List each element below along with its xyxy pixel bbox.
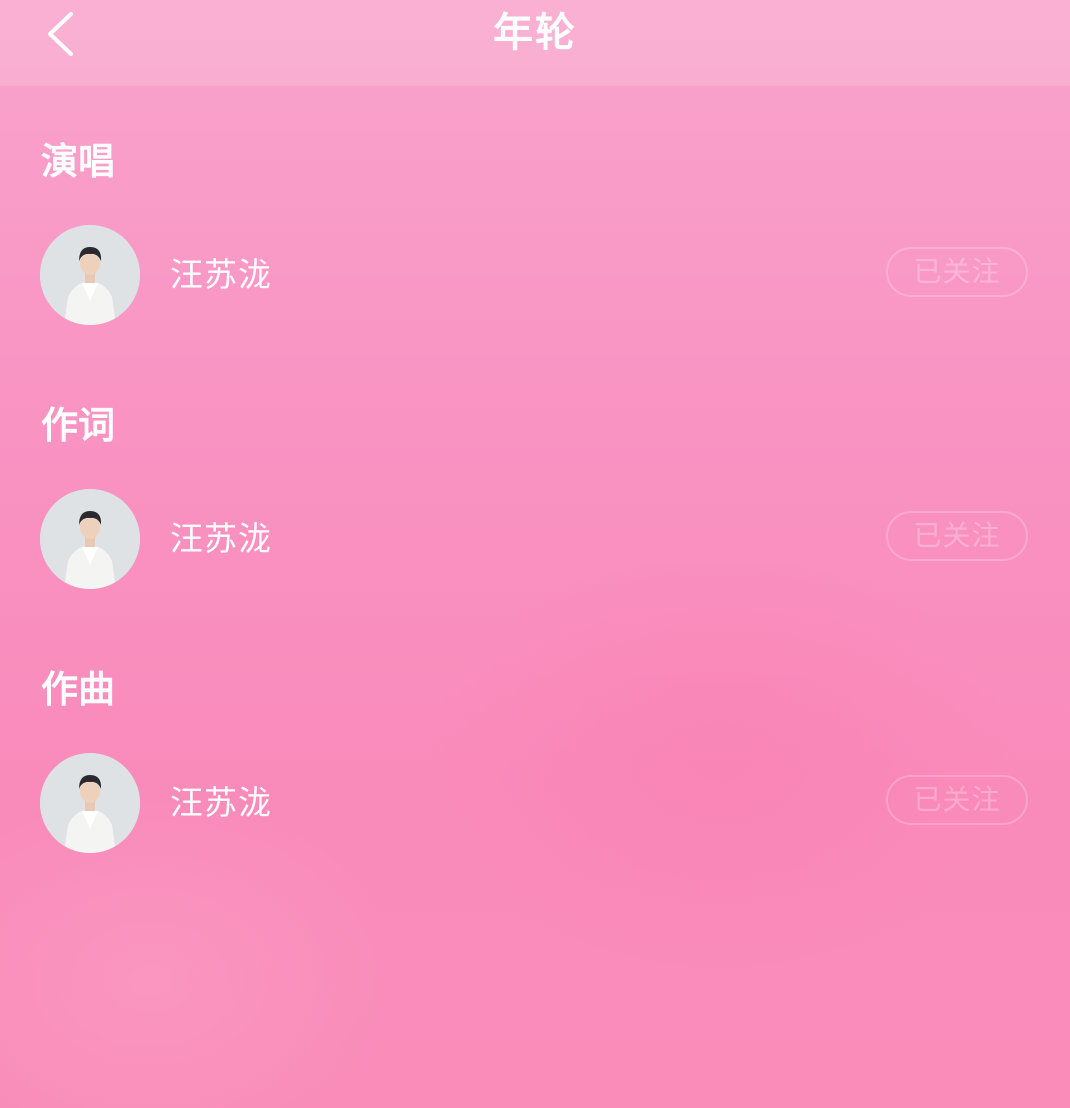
artist-name[interactable]: 汪苏泷	[170, 253, 272, 297]
section-title: 作词	[41, 404, 115, 447]
artist-row[interactable]: 汪苏泷 已关注	[0, 753, 1070, 855]
section-title: 作曲	[41, 668, 115, 711]
artist-row[interactable]: 汪苏泷 已关注	[0, 489, 1070, 591]
followed-button[interactable]: 已关注	[886, 511, 1028, 561]
artist-row[interactable]: 汪苏泷 已关注	[0, 225, 1070, 327]
followed-button[interactable]: 已关注	[886, 247, 1028, 297]
top-nav-bar: 年轮	[0, 0, 1070, 86]
section-title: 演唱	[41, 140, 115, 183]
artist-name[interactable]: 汪苏泷	[170, 517, 272, 561]
avatar[interactable]	[40, 489, 140, 589]
followed-button[interactable]: 已关注	[886, 775, 1028, 825]
artist-name[interactable]: 汪苏泷	[170, 781, 272, 825]
page-title: 年轮	[493, 10, 577, 56]
avatar[interactable]	[40, 753, 140, 853]
avatar[interactable]	[40, 225, 140, 325]
